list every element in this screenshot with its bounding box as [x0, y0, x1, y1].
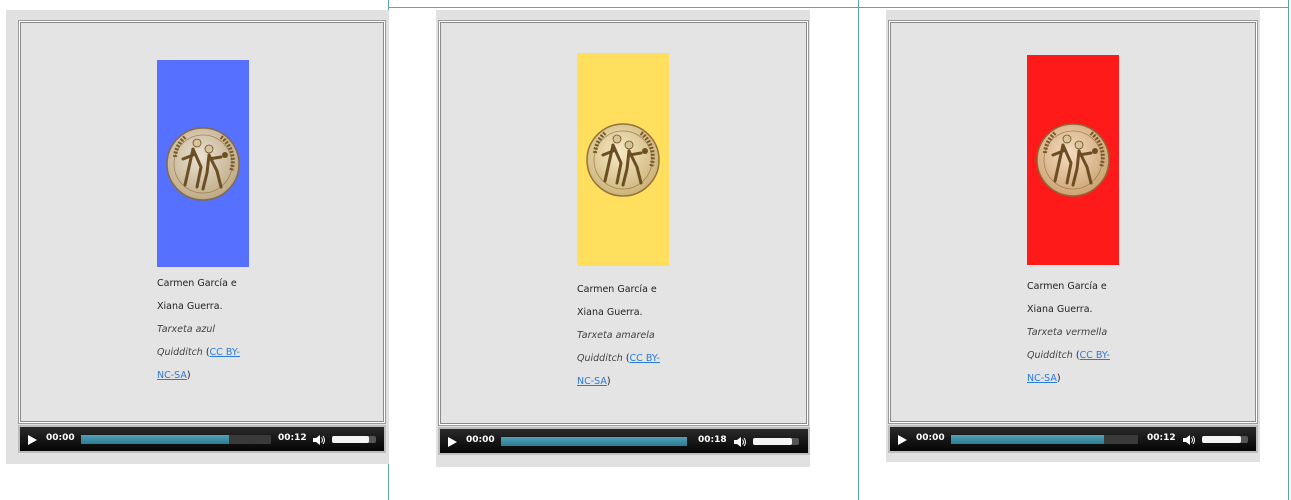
progress-fill — [951, 435, 1105, 444]
card-image — [1027, 55, 1119, 265]
caption-author-line-2: Xiana Guerra. — [577, 307, 643, 318]
caption-title-line-2: Quidditch — [1027, 350, 1073, 361]
duration-time: 00:18 — [698, 435, 727, 445]
volume-icon[interactable] — [734, 436, 746, 448]
audio-player: Carmen García e Xiana Guerra. Tarxeta az… — [6, 10, 389, 464]
card-image — [577, 53, 669, 266]
quidditch-emblem-icon — [1036, 123, 1110, 197]
play-button[interactable] — [448, 437, 457, 447]
license-link[interactable]: CC BY- — [210, 347, 240, 358]
caption-paren: ( — [622, 353, 630, 364]
quidditch-emblem-icon — [166, 126, 240, 201]
caption-author-line-1: Carmen García e — [577, 284, 657, 295]
audio-player: Carmen García e Xiana Guerra. Tarxeta am… — [436, 10, 810, 467]
license-link-cont[interactable]: NC-SA — [577, 376, 607, 387]
caption-title-line-1: Tarxeta amarela — [577, 330, 655, 341]
top-border — [388, 7, 858, 8]
progress-fill — [81, 435, 230, 444]
column-divider — [858, 0, 859, 500]
media-caption: Carmen García e Xiana Guerra. Tarxeta am… — [577, 278, 677, 393]
caption-paren: ) — [186, 370, 191, 381]
duration-time: 00:12 — [278, 433, 307, 443]
volume-slider[interactable] — [753, 438, 799, 445]
license-link-cont[interactable]: NC-SA — [1027, 373, 1057, 384]
caption-author-line-1: Carmen García e — [1027, 281, 1107, 292]
volume-slider[interactable] — [1202, 436, 1248, 443]
license-link[interactable]: CC BY- — [630, 353, 660, 364]
player-controls: 00:00 00:18 — [438, 427, 810, 455]
top-border — [858, 7, 1289, 8]
progress-bar[interactable] — [81, 435, 271, 444]
card-image — [157, 60, 249, 267]
current-time: 00:00 — [916, 433, 945, 443]
volume-fill — [1202, 436, 1242, 443]
play-button[interactable] — [28, 435, 37, 445]
duration-time: 00:12 — [1147, 433, 1176, 443]
media-caption: Carmen García e Xiana Guerra. Tarxeta ve… — [1027, 275, 1127, 390]
column-divider — [1288, 0, 1289, 500]
progress-bar[interactable] — [951, 435, 1138, 444]
caption-paren: ( — [202, 347, 210, 358]
caption-title-line-2: Quidditch — [157, 347, 203, 358]
license-link-cont[interactable]: NC-SA — [157, 370, 187, 381]
caption-title-line-2: Quidditch — [577, 353, 623, 364]
current-time: 00:00 — [46, 433, 75, 443]
caption-title-line-1: Tarxeta vermella — [1027, 327, 1108, 338]
player-controls: 00:00 00:12 — [888, 425, 1258, 453]
quidditch-emblem-icon — [586, 122, 660, 197]
caption-title-line-1: Tarxeta azul — [157, 324, 216, 335]
audio-player: Carmen García e Xiana Guerra. Tarxeta ve… — [886, 10, 1260, 462]
volume-icon[interactable] — [1183, 434, 1195, 446]
caption-author-line-2: Xiana Guerra. — [1027, 304, 1093, 315]
current-time: 00:00 — [466, 435, 495, 445]
caption-paren: ( — [1072, 350, 1080, 361]
play-button[interactable] — [898, 435, 907, 445]
volume-icon[interactable] — [313, 434, 325, 446]
volume-fill — [753, 438, 793, 445]
volume-slider[interactable] — [332, 436, 376, 443]
caption-paren: ) — [606, 376, 611, 387]
caption-author-line-2: Xiana Guerra. — [157, 301, 223, 312]
player-controls: 00:00 00:12 — [18, 425, 386, 453]
progress-fill — [501, 437, 687, 446]
progress-bar[interactable] — [501, 437, 687, 446]
media-caption: Carmen García e Xiana Guerra. Tarxeta az… — [157, 272, 257, 387]
license-link[interactable]: CC BY- — [1080, 350, 1110, 361]
caption-paren: ) — [1056, 373, 1061, 384]
caption-author-line-1: Carmen García e — [157, 278, 237, 289]
volume-fill — [332, 436, 370, 443]
